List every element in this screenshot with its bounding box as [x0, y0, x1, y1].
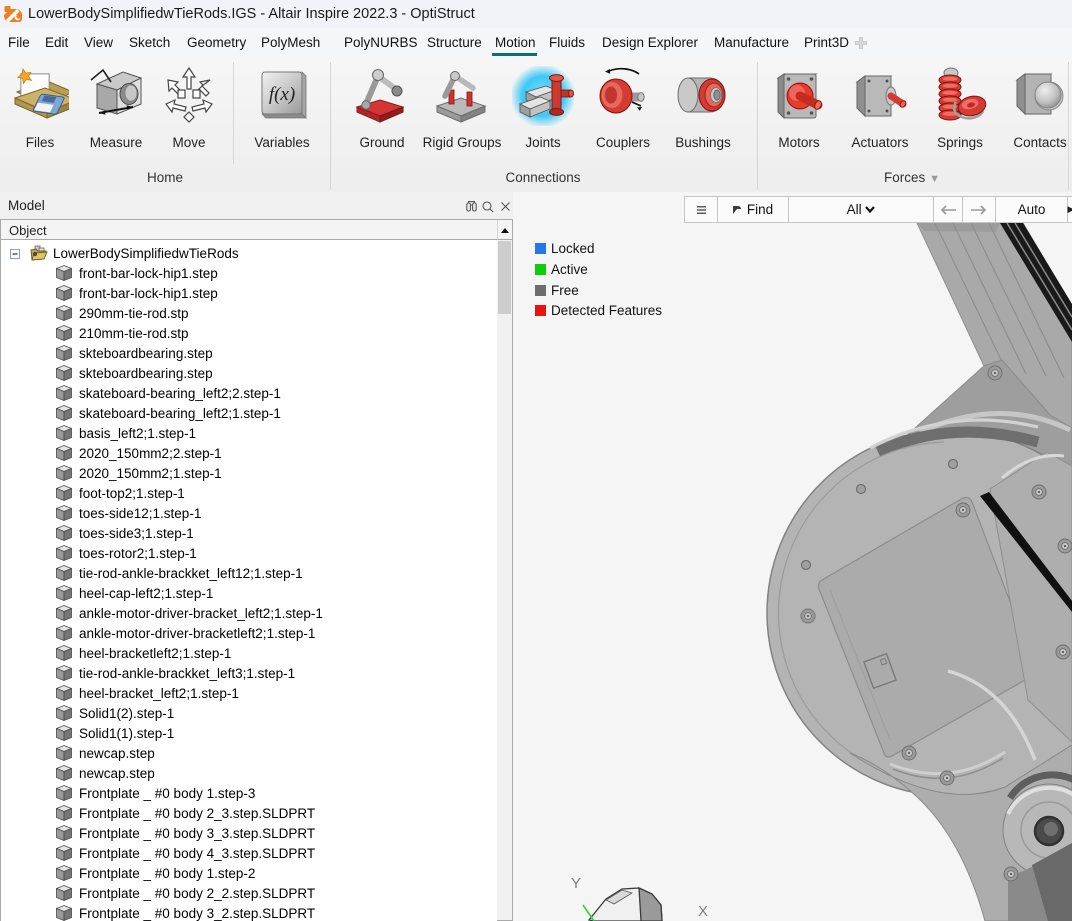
svg-text:f(x): f(x) [269, 84, 295, 105]
